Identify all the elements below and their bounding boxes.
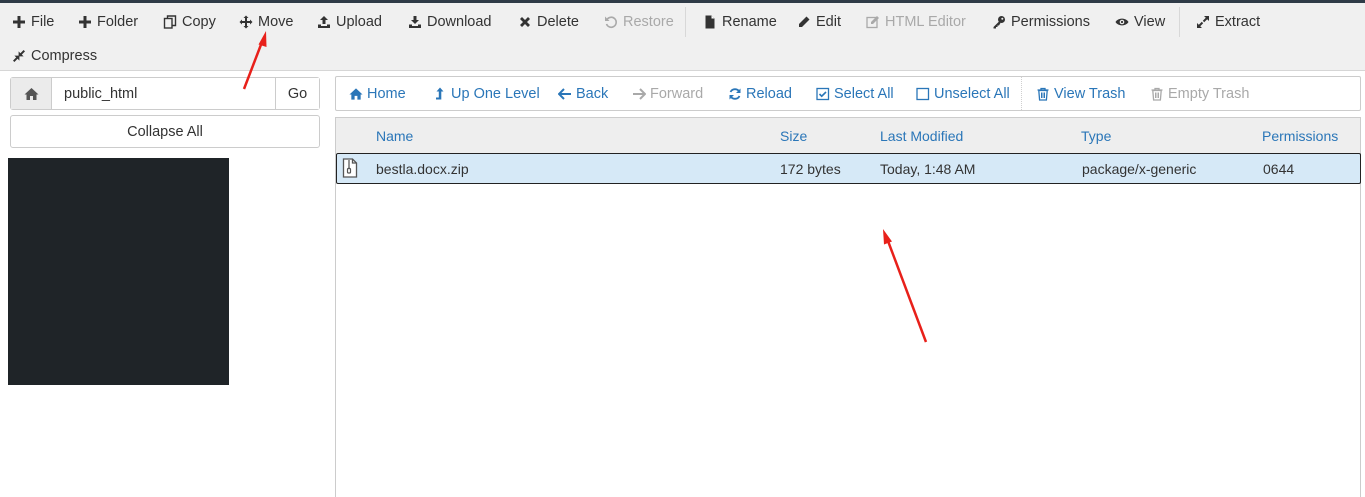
- arrow-right-icon: [633, 87, 646, 100]
- navigation-bar: Home Up One Level Back Forward Reload Se…: [335, 76, 1361, 111]
- edit-button[interactable]: Edit: [797, 8, 841, 36]
- trash-icon: [1037, 87, 1049, 101]
- toolbar-divider: [685, 7, 686, 37]
- delete-button[interactable]: Delete: [518, 8, 579, 36]
- toolbar: File Folder Copy Move Upload Download De…: [0, 0, 1365, 71]
- go-button[interactable]: Go: [275, 78, 319, 109]
- download-icon: [409, 16, 421, 28]
- forward-button[interactable]: Forward: [632, 77, 703, 110]
- up-one-level-button[interactable]: Up One Level: [433, 77, 540, 110]
- column-header-name[interactable]: Name: [376, 128, 413, 144]
- html-editor-button[interactable]: HTML Editor: [866, 8, 966, 36]
- upload-icon: [318, 16, 330, 28]
- zip-file-icon: [342, 158, 358, 178]
- file-last-modified: Today, 1:48 AM: [880, 161, 976, 177]
- table-row[interactable]: bestla.docx.zip 172 bytes Today, 1:48 AM…: [336, 153, 1361, 184]
- upload-button[interactable]: Upload: [317, 8, 382, 36]
- permissions-button[interactable]: Permissions: [992, 8, 1090, 36]
- view-trash-button[interactable]: View Trash: [1036, 77, 1125, 110]
- new-file-button[interactable]: File: [12, 8, 54, 36]
- home-icon: [349, 87, 363, 100]
- column-header-permissions[interactable]: Permissions: [1262, 128, 1338, 144]
- column-header-type[interactable]: Type: [1081, 128, 1111, 144]
- move-button[interactable]: Move: [239, 8, 293, 36]
- compress-icon: [13, 50, 25, 62]
- view-button[interactable]: View: [1115, 8, 1165, 36]
- arrow-left-icon: [558, 87, 571, 100]
- file-list-header: Name Size Last Modified Type Permissions: [336, 117, 1360, 153]
- empty-trash-button[interactable]: Empty Trash: [1150, 77, 1249, 110]
- home-button[interactable]: Home: [349, 77, 406, 110]
- extract-button[interactable]: Extract: [1196, 8, 1260, 36]
- key-icon: [993, 16, 1005, 29]
- compress-button[interactable]: Compress: [12, 42, 97, 70]
- path-input[interactable]: [52, 78, 275, 109]
- undo-icon: [605, 16, 617, 28]
- home-directory-button[interactable]: [11, 78, 52, 109]
- checkbox-checked-icon: [816, 87, 830, 100]
- file-name[interactable]: bestla.docx.zip: [376, 161, 469, 177]
- back-button[interactable]: Back: [558, 77, 608, 110]
- download-button[interactable]: Download: [408, 8, 492, 36]
- new-folder-button[interactable]: Folder: [78, 8, 138, 36]
- level-up-icon: [436, 87, 444, 99]
- copy-icon: [163, 15, 177, 29]
- restore-button[interactable]: Restore: [604, 8, 674, 36]
- eye-icon: [1115, 18, 1129, 26]
- file-list-panel: Name Size Last Modified Type Permissions…: [335, 117, 1361, 497]
- plus-icon: [79, 16, 91, 28]
- file-permissions: 0644: [1263, 161, 1295, 177]
- refresh-icon: [729, 87, 741, 100]
- column-header-size[interactable]: Size: [780, 128, 807, 144]
- file-type: package/x-generic: [1082, 161, 1197, 177]
- reload-button[interactable]: Reload: [728, 77, 792, 110]
- checkbox-empty-icon: [916, 87, 930, 100]
- toolbar-divider: [1179, 7, 1180, 37]
- rename-button[interactable]: Rename: [703, 8, 777, 36]
- nav-divider: [1021, 77, 1022, 110]
- file-icon: [705, 15, 715, 29]
- directory-tree-panel: [8, 158, 229, 385]
- pencil-icon: [799, 16, 810, 27]
- column-header-last-modified[interactable]: Last Modified: [880, 128, 963, 144]
- close-icon: [520, 17, 530, 27]
- move-arrows-icon: [239, 15, 253, 29]
- plus-icon: [13, 16, 25, 28]
- select-all-button[interactable]: Select All: [816, 77, 894, 110]
- file-size: 172 bytes: [780, 161, 841, 177]
- edit-box-icon: [866, 16, 879, 29]
- trash-icon: [1151, 87, 1163, 101]
- unselect-all-button[interactable]: Unselect All: [916, 77, 1010, 110]
- home-icon: [24, 87, 38, 100]
- expand-icon: [1197, 16, 1209, 28]
- collapse-all-button[interactable]: Collapse All: [10, 115, 320, 148]
- copy-button[interactable]: Copy: [163, 8, 216, 36]
- path-bar: Go: [10, 77, 320, 110]
